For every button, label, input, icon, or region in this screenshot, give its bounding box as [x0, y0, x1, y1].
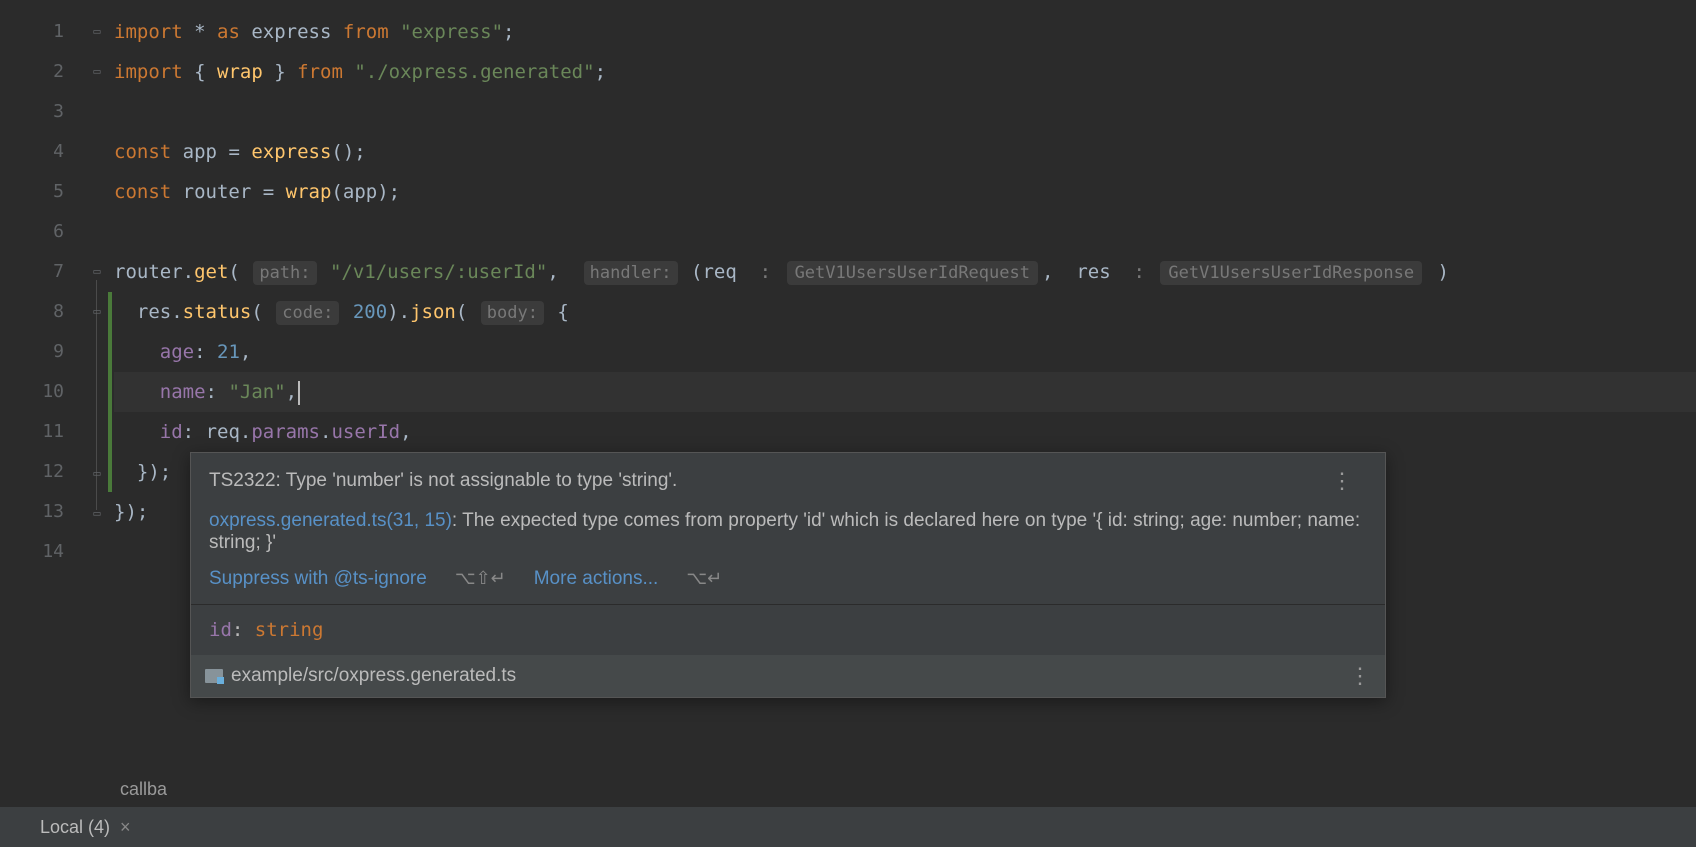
breadcrumb[interactable]: callba	[0, 771, 167, 807]
code-content[interactable]: import * as express from "express"; impo…	[88, 0, 1696, 847]
line-number: 4	[0, 132, 64, 172]
code-line[interactable]: import * as express from "express";	[114, 12, 1696, 52]
shortcut-hint: ⌥⇧↵	[455, 568, 506, 589]
close-icon[interactable]: ×	[120, 817, 131, 838]
code-line[interactable]: const router = wrap(app);	[114, 172, 1696, 212]
inlay-type: GetV1UsersUserIdResponse	[1160, 261, 1422, 285]
suppress-action[interactable]: Suppress with @ts-ignore	[209, 568, 427, 590]
more-icon[interactable]: ⋮	[1349, 665, 1371, 687]
code-line[interactable]: age: 21,	[114, 332, 1696, 372]
inlay-hint: handler:	[584, 261, 678, 285]
error-message: TS2322: Type 'number' is not assignable …	[209, 467, 1367, 496]
line-number: 7	[0, 252, 64, 292]
tool-window-tab[interactable]: Local (4) ×	[40, 817, 131, 838]
bottom-tab-bar: Local (4) ×	[0, 807, 1696, 847]
code-line[interactable]	[114, 212, 1696, 252]
line-number: 5	[0, 172, 64, 212]
error-source: oxpress.generated.ts(31, 15): The expect…	[209, 510, 1367, 554]
line-number: 12	[0, 452, 64, 492]
more-icon[interactable]: ⋮	[1331, 470, 1353, 492]
line-number: 14	[0, 532, 64, 572]
shortcut-hint: ⌥↵	[686, 568, 722, 589]
line-number: 6	[0, 212, 64, 252]
code-line[interactable]: import { wrap } from "./oxpress.generate…	[114, 52, 1696, 92]
code-line-current[interactable]: name: "Jan",	[114, 372, 1696, 412]
source-link[interactable]: oxpress.generated.ts(31, 15)	[209, 510, 452, 531]
folder-icon	[205, 669, 223, 683]
line-number: 11	[0, 412, 64, 452]
inlay-type: GetV1UsersUserIdRequest	[787, 261, 1038, 285]
inlay-hint: body:	[481, 301, 544, 325]
line-number: 1	[0, 12, 64, 52]
line-number: 9	[0, 332, 64, 372]
code-line[interactable]: res.status( code: 200).json( body: {	[114, 292, 1696, 332]
line-number: 3	[0, 92, 64, 132]
error-marker[interactable]: id	[160, 421, 183, 444]
code-line[interactable]: router.get( path: "/v1/users/:userId", h…	[114, 252, 1696, 292]
type-info: id: string	[191, 605, 1385, 655]
error-tooltip: TS2322: Type 'number' is not assignable …	[190, 452, 1386, 698]
line-number: 8	[0, 292, 64, 332]
line-number: 13	[0, 492, 64, 532]
file-reference[interactable]: example/src/oxpress.generated.ts ⋮	[191, 655, 1385, 697]
code-line[interactable]: const app = express();	[114, 132, 1696, 172]
line-number: 2	[0, 52, 64, 92]
line-number: 10	[0, 372, 64, 412]
more-actions[interactable]: More actions...	[534, 568, 659, 590]
code-line[interactable]: id: req.params.userId,	[114, 412, 1696, 452]
text-cursor	[298, 381, 300, 405]
code-editor[interactable]: 1 2 3 4 5 6 7 8 9 10 11 12 13 14 ▭ ▭ ▭ ▭…	[0, 0, 1696, 847]
file-path: example/src/oxpress.generated.ts	[231, 665, 516, 687]
inlay-hint: path:	[253, 261, 316, 285]
line-gutter: 1 2 3 4 5 6 7 8 9 10 11 12 13 14	[0, 0, 88, 847]
code-line[interactable]	[114, 92, 1696, 132]
inlay-hint: code:	[276, 301, 339, 325]
